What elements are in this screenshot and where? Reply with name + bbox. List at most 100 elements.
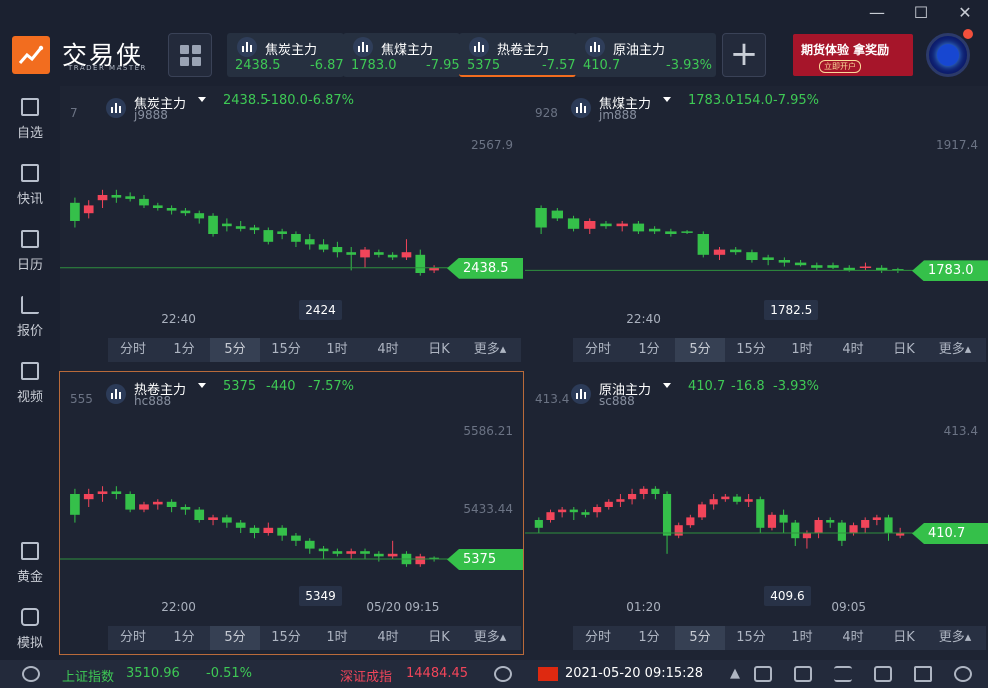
candlestick-chart[interactable]	[525, 372, 988, 654]
period-button[interactable]: 1分	[159, 626, 209, 650]
candle	[291, 231, 301, 247]
candle	[318, 546, 329, 559]
period-button[interactable]: 15分	[726, 338, 776, 362]
chart-panel[interactable]: 原油主力 sc888 410.7 -16.8 -3.93% 413.4 413.4 410.7…	[525, 372, 988, 654]
period-button[interactable]: 更多▴	[930, 338, 980, 362]
sidebar-item-news[interactable]: 快讯	[0, 164, 60, 224]
period-button[interactable]: 日K	[879, 626, 929, 650]
chart-panel[interactable]: 焦炭主力 j9888 2438.5 -180.0 -6.87% 7 2567.9 2438.5…	[60, 86, 523, 366]
avatar[interactable]	[926, 33, 970, 77]
period-button[interactable]: 4时	[363, 626, 413, 650]
candle	[535, 205, 547, 234]
period-button[interactable]: 15分	[261, 338, 311, 362]
candle	[263, 227, 274, 245]
candlestick-chart[interactable]	[525, 86, 988, 366]
period-button[interactable]: 4时	[363, 338, 413, 362]
wallet-icon	[21, 608, 39, 626]
period-button[interactable]: 15分	[261, 626, 311, 650]
sidebar-item-calendar[interactable]: 日历	[0, 230, 60, 290]
sidebar-item-quotes[interactable]: 报价	[0, 296, 60, 356]
period-button[interactable]: 更多▴	[465, 626, 515, 650]
candle	[826, 517, 835, 528]
title-bar: — ☐ ✕ 交易侠 TRADER MASTER 焦炭主力 2438.5 -6.8…	[0, 0, 988, 86]
add-tab-button[interactable]: +	[722, 33, 766, 77]
candle	[811, 262, 823, 271]
headset-icon[interactable]	[22, 666, 40, 682]
sidebar-item-label: 报价	[16, 324, 43, 339]
notification-dot	[963, 29, 973, 39]
candle	[208, 213, 218, 237]
app-logo-icon	[12, 36, 50, 74]
candlestick-chart[interactable]	[60, 86, 523, 366]
tab-rejuan[interactable]: 热卷主力 5375 -7.57%	[459, 33, 576, 77]
minimize-button[interactable]: —	[866, 2, 888, 24]
period-button[interactable]: 日K	[414, 338, 464, 362]
period-button[interactable]: 1时	[777, 626, 827, 650]
sidebar-item-video[interactable]: 视频	[0, 362, 60, 422]
candle	[346, 247, 357, 271]
candle	[827, 262, 839, 270]
period-button[interactable]: 5分	[675, 338, 725, 362]
period-button[interactable]: 4时	[828, 626, 878, 650]
sidebar-item-gold[interactable]: 黄金	[0, 542, 60, 602]
sidebar-item-watchlist[interactable]: 自选	[0, 98, 60, 158]
chart-panel[interactable]: 热卷主力 hc888 5375 -440 -7.57% 555 5586.21 5433.44…	[59, 371, 524, 655]
period-button[interactable]: 1时	[312, 338, 362, 362]
candle	[387, 540, 398, 559]
period-button[interactable]: 5分	[210, 338, 260, 362]
period-button[interactable]: 1时	[312, 626, 362, 650]
tab-jiaomei[interactable]: 焦煤主力 1783.0 -7.95%	[343, 33, 460, 77]
grid-icon	[180, 45, 189, 54]
menu-icon[interactable]	[834, 666, 852, 682]
calendar-icon	[21, 230, 39, 248]
period-button[interactable]: 5分	[210, 626, 260, 650]
candle	[360, 247, 370, 268]
period-button[interactable]: 分时	[108, 626, 158, 650]
candle	[83, 488, 94, 507]
candle	[849, 522, 858, 536]
network-icon[interactable]	[494, 666, 512, 682]
period-button[interactable]: 日K	[414, 626, 464, 650]
sidebar-item-label: 自选	[16, 126, 43, 141]
period-button[interactable]: 1分	[159, 338, 209, 362]
tab-price: 2438.5	[235, 58, 281, 73]
candle	[180, 504, 191, 515]
close-button[interactable]: ✕	[954, 2, 976, 24]
settings-icon[interactable]	[954, 666, 972, 682]
period-button[interactable]: 日K	[879, 338, 929, 362]
chart-panel[interactable]: 焦煤主力 jm888 1783.0 -154.0 -7.95% 928 1917.4 1783…	[525, 86, 988, 366]
candle	[674, 522, 683, 539]
candle	[235, 520, 246, 533]
layout-grid-button[interactable]	[168, 33, 212, 77]
sidebar-item-simulate[interactable]: 模拟	[0, 608, 60, 668]
period-button[interactable]: 更多▴	[930, 626, 980, 650]
period-button[interactable]: 分时	[573, 626, 623, 650]
maximize-button[interactable]: ☐	[910, 2, 932, 24]
tab-jiaotan[interactable]: 焦炭主力 2438.5 -6.87%	[227, 33, 344, 77]
expand-up-icon[interactable]: ▲	[730, 666, 740, 681]
period-button[interactable]: 分时	[108, 338, 158, 362]
candle	[767, 512, 777, 531]
tab-yuanyou[interactable]: 原油主力 410.7 -3.93%	[575, 33, 716, 77]
candle	[665, 228, 677, 237]
tools-icon[interactable]	[794, 666, 812, 682]
period-button[interactable]: 5分	[675, 626, 725, 650]
promo-banner[interactable]: 期货体验 拿奖励 立即开户	[793, 34, 913, 76]
period-button[interactable]: 1分	[624, 626, 674, 650]
candle	[373, 249, 384, 258]
period-button[interactable]: 分时	[573, 338, 623, 362]
period-button[interactable]: 1分	[624, 338, 674, 362]
candle	[732, 494, 742, 505]
candlestick-chart[interactable]	[60, 372, 523, 654]
volume-icon[interactable]	[914, 666, 932, 682]
camera-icon[interactable]	[874, 666, 892, 682]
screen-off-icon[interactable]	[754, 666, 772, 682]
candle	[534, 517, 543, 533]
candle	[686, 514, 695, 528]
time-axis-label: 01:20	[626, 600, 661, 614]
period-button[interactable]: 更多▴	[465, 338, 515, 362]
period-button[interactable]: 1时	[777, 338, 827, 362]
period-button[interactable]: 15分	[726, 626, 776, 650]
period-button[interactable]: 4时	[828, 338, 878, 362]
candle	[346, 548, 357, 559]
